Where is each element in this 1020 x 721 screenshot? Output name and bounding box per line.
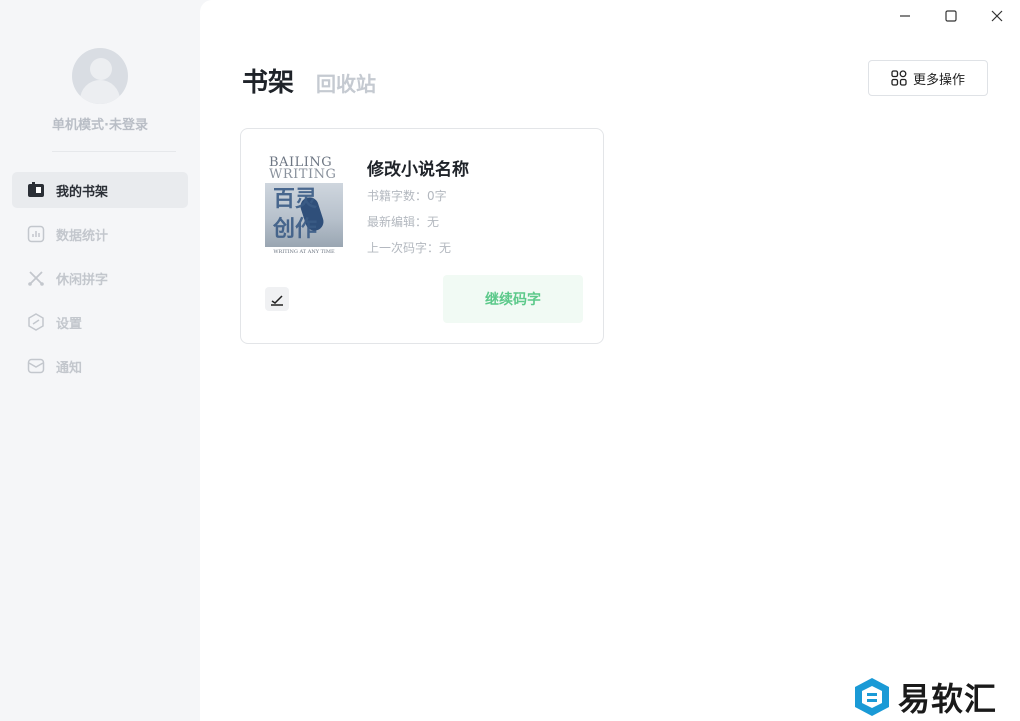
settings-icon — [26, 312, 46, 332]
more-actions-button[interactable]: 更多操作 — [868, 60, 988, 96]
window-controls — [882, 0, 1020, 32]
book-title[interactable]: 修改小说名称 — [367, 155, 469, 180]
grid-icon — [891, 70, 907, 86]
minimize-button[interactable] — [882, 0, 928, 32]
book-card[interactable]: BAILING WRITING 百灵 创作 WRITING AT ANY TIM… — [240, 128, 604, 344]
sidebar-nav: 我的书架 数据统计 休闲拼字 设置 通知 — [12, 172, 188, 392]
site-watermark: 易软汇 — [852, 674, 997, 720]
maximize-icon — [945, 10, 957, 22]
close-button[interactable] — [974, 0, 1020, 32]
avatar[interactable] — [72, 48, 128, 104]
continue-writing-button[interactable]: 继续码字 — [443, 275, 583, 323]
sidebar-item-bookshelf[interactable]: 我的书架 — [12, 172, 188, 208]
sidebar-item-settings[interactable]: 设置 — [12, 304, 188, 340]
sidebar-divider — [52, 151, 176, 152]
sidebar-item-label: 休闲拼字 — [56, 272, 109, 288]
game-icon — [26, 268, 46, 288]
avatar-head-shape — [90, 58, 112, 80]
watermark-text: 易软汇 — [898, 680, 998, 718]
sidebar-item-statistics[interactable]: 数据统计 — [12, 216, 188, 252]
tab-bookshelf[interactable]: 书架 — [242, 62, 294, 99]
edit-book-button[interactable] — [265, 287, 289, 311]
header-tabs: 书架 回收站 — [242, 62, 376, 99]
cover-title-en-line2: WRITING — [269, 167, 337, 182]
bookshelf-icon — [26, 180, 46, 200]
close-icon — [991, 10, 1003, 22]
minimize-icon — [900, 15, 910, 17]
login-status-label[interactable]: 单机模式·未登录 — [0, 114, 200, 133]
avatar-body-shape — [80, 80, 120, 104]
cover-subtitle: WRITING AT ANY TIME — [273, 249, 335, 255]
book-word-count: 书籍字数：0字 — [367, 189, 447, 203]
book-last-edited: 最新编辑：无 — [367, 215, 440, 229]
cover-title-cn-line1: 百灵 — [273, 186, 318, 212]
mail-icon — [26, 356, 46, 376]
sidebar-item-label: 我的书架 — [56, 184, 109, 200]
watermark-logo-icon — [855, 678, 889, 716]
sidebar-item-label: 设置 — [56, 316, 83, 332]
sidebar-item-label: 数据统计 — [56, 228, 109, 244]
sidebar-item-label: 通知 — [56, 360, 83, 376]
tab-recycle-bin[interactable]: 回收站 — [316, 68, 376, 97]
book-cover[interactable]: BAILING WRITING 百灵 创作 WRITING AT ANY TIM… — [265, 153, 343, 257]
sidebar-item-notifications[interactable]: 通知 — [12, 348, 188, 384]
chart-icon — [26, 224, 46, 244]
edit-icon — [271, 295, 283, 306]
maximize-button[interactable] — [928, 0, 974, 32]
sidebar: 单机模式·未登录 我的书架 数据统计 休闲拼字 设置 通知 — [0, 0, 200, 721]
book-last-typing: 上一次码字：无 — [367, 241, 452, 255]
cover-title-cn-line2: 创作 — [273, 216, 318, 242]
sidebar-item-word-game[interactable]: 休闲拼字 — [12, 260, 188, 296]
more-actions-label: 更多操作 — [912, 72, 965, 88]
main-panel: 书架 回收站 更多操作 BAILING WRITING 百灵 创作 WRITIN… — [200, 0, 1020, 721]
